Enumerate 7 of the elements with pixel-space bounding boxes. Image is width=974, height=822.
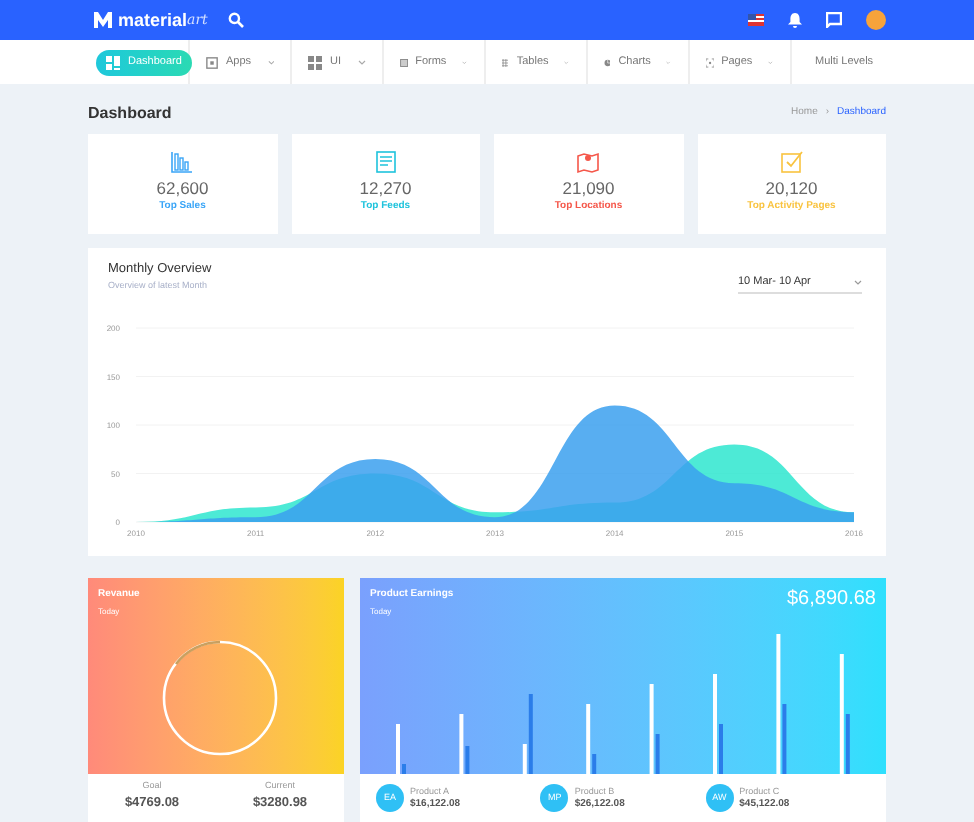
stat-value: 20,120 bbox=[765, 178, 818, 200]
stat-value: 21,090 bbox=[562, 178, 615, 200]
stat-value: 12,270 bbox=[359, 178, 412, 200]
logo-text: material bbox=[118, 11, 188, 29]
page-title: Dashboard bbox=[88, 102, 172, 126]
total-amount: $6,890.68 bbox=[787, 586, 876, 614]
stat-value: 62,600 bbox=[156, 178, 209, 200]
